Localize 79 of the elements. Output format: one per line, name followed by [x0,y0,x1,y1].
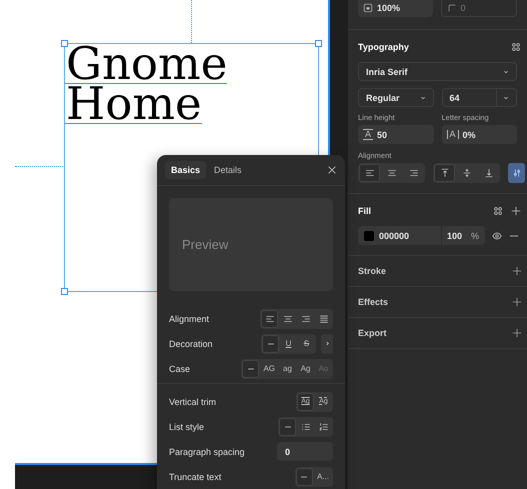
eye-icon[interactable] [492,230,502,240]
align-left-icon [364,168,374,178]
corner-radius-icon [446,2,456,12]
preview-text: Preview [182,237,228,252]
justify-icon [318,314,328,324]
toggle-option[interactable]: S [298,334,315,352]
font-name: Inria Serif [366,66,408,76]
toggle-option[interactable] [262,334,279,352]
fill-field[interactable]: 000000 100 % [358,226,485,245]
option-label: Case [169,364,190,374]
letter-spacing-field[interactable]: A 0% [442,125,517,144]
size-dropdown[interactable]: 64 [442,88,517,107]
option-label: List style [169,422,204,432]
toggle-option[interactable] [261,310,278,328]
option-label: Truncate text [169,472,222,482]
tab[interactable]: Basics [165,161,206,179]
align-center-icon [282,314,292,324]
plus-icon[interactable] [511,206,521,216]
opacity-field[interactable]: 100% [358,0,432,17]
guide-line [15,166,63,167]
section-title: Fill [358,206,371,216]
align-top-icon [440,168,450,178]
align-bottom-icon [484,168,494,178]
input-field[interactable]: 0 [277,442,333,461]
bullets-icon [300,422,310,432]
close-icon[interactable] [327,165,337,175]
percent-unit: % [470,230,479,240]
toggle-option[interactable] [242,360,260,378]
toggle-option[interactable]: A... [314,468,332,486]
vertical-align-button[interactable] [434,164,455,182]
grid-dots-icon[interactable] [493,206,503,216]
sliders-icon [512,168,522,178]
numbers-icon [318,422,328,432]
tab[interactable]: Details [208,161,248,179]
option-label: Paragraph spacing [169,446,245,456]
toggle-option[interactable]: Ag [297,360,314,378]
fill-opacity: 100 [446,230,462,240]
toggle-option[interactable]: ag [279,360,296,378]
toggle-option[interactable]: AG [260,360,278,378]
letter-spacing-value: 0% [462,130,476,140]
align-left-icon [264,314,274,324]
font-weight: Regular [366,92,400,102]
align-right-icon [408,168,418,178]
letter-spacing-glyph: A [446,130,459,139]
font-dropdown[interactable]: Inria Serif [358,62,517,81]
opacity-icon [363,2,373,12]
line-height-field[interactable]: A 50 [358,125,434,144]
resize-handle[interactable] [61,288,68,295]
align-middle-icon [462,168,472,178]
toggle-option[interactable]: U [280,334,297,352]
line-height-value: 50 [377,130,388,140]
align-right-icon [300,314,310,324]
option-label: Vertical trim [169,396,216,406]
section-title: Typography [358,42,409,52]
section-title: Export [358,328,387,338]
canvas-text[interactable]: Home [65,84,202,124]
resize-handle[interactable] [61,40,68,47]
radius-value: 0 [460,2,466,12]
section-title: Stroke [358,266,386,276]
opacity-value: 100% [377,2,400,12]
plus-icon[interactable] [512,328,522,338]
grid-dots-icon[interactable] [511,42,521,52]
line-height-glyph: A [363,129,374,140]
plus-icon[interactable] [512,266,522,276]
resize-handle[interactable] [315,40,322,47]
font-size: 64 [450,92,461,102]
canvas-text[interactable]: Gnome [65,44,228,84]
plus-icon[interactable] [512,297,522,307]
toggle-option[interactable] [296,468,313,486]
hex-value: 000000 [379,230,410,240]
toggle-option[interactable] [279,418,296,436]
align-button[interactable] [359,164,380,182]
option-label: Decoration [169,338,213,348]
color-swatch[interactable] [364,230,374,240]
section-title: Effects [358,297,388,307]
align-center-icon [386,168,396,178]
option-label: Alignment [169,314,210,324]
weight-dropdown[interactable]: Regular [358,88,434,107]
type-options-button[interactable] [508,163,525,183]
